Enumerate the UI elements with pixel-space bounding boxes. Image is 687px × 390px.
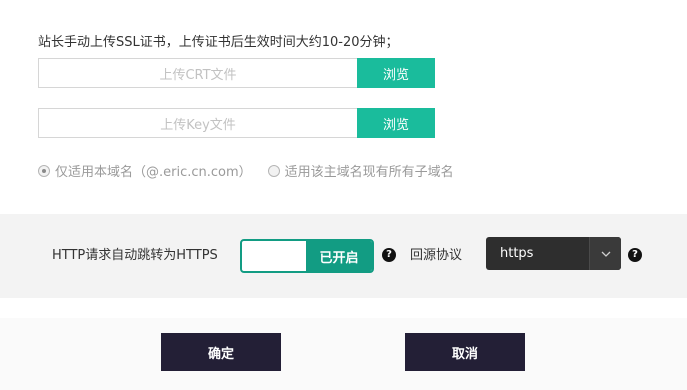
scope-radio-group: 仅适用本域名（@.eric.cn.com） 适用该主域名现有所有子域名 (38, 161, 454, 180)
https-redirect-label: HTTP请求自动跳转为HTTPS (52, 248, 218, 263)
confirm-button[interactable]: 确定 (161, 333, 281, 371)
key-upload-row: 上传Key文件 浏览 (38, 108, 435, 138)
key-file-input[interactable]: 上传Key文件 (38, 108, 357, 138)
crt-upload-row: 上传CRT文件 浏览 (38, 58, 435, 88)
origin-help-icon[interactable]: ? (628, 248, 642, 262)
https-help-icon[interactable]: ? (382, 248, 396, 262)
footer-band (0, 318, 687, 390)
crt-file-input[interactable]: 上传CRT文件 (38, 58, 357, 88)
chevron-down-icon[interactable] (589, 237, 621, 270)
radio-unchecked-icon (267, 164, 280, 177)
intro-text: 站长手动上传SSL证书，上传证书后生效时间大约10-20分钟； (38, 35, 399, 50)
origin-protocol-value: https (500, 246, 534, 261)
origin-protocol-select[interactable]: https (486, 237, 621, 270)
toggle-state-label: 已开启 (306, 241, 372, 271)
radio-all-subdomains-label: 适用该主域名现有所有子域名 (284, 165, 454, 180)
origin-protocol-label: 回源协议 (410, 248, 463, 263)
key-browse-button[interactable]: 浏览 (357, 108, 435, 138)
https-redirect-toggle[interactable]: 已开启 (240, 239, 374, 273)
toggle-knob (242, 241, 306, 271)
radio-this-domain-label: 仅适用本域名（@.eric.cn.com） (55, 165, 252, 180)
radio-checked-icon (38, 164, 50, 177)
crt-browse-button[interactable]: 浏览 (357, 58, 435, 88)
radio-all-subdomains[interactable]: 适用该主域名现有所有子域名 (267, 161, 454, 180)
radio-this-domain[interactable]: 仅适用本域名（@.eric.cn.com） (38, 161, 252, 180)
cancel-button[interactable]: 取消 (405, 333, 525, 371)
ssl-certificate-panel: 站长手动上传SSL证书，上传证书后生效时间大约10-20分钟； 上传CRT文件 … (0, 0, 687, 390)
